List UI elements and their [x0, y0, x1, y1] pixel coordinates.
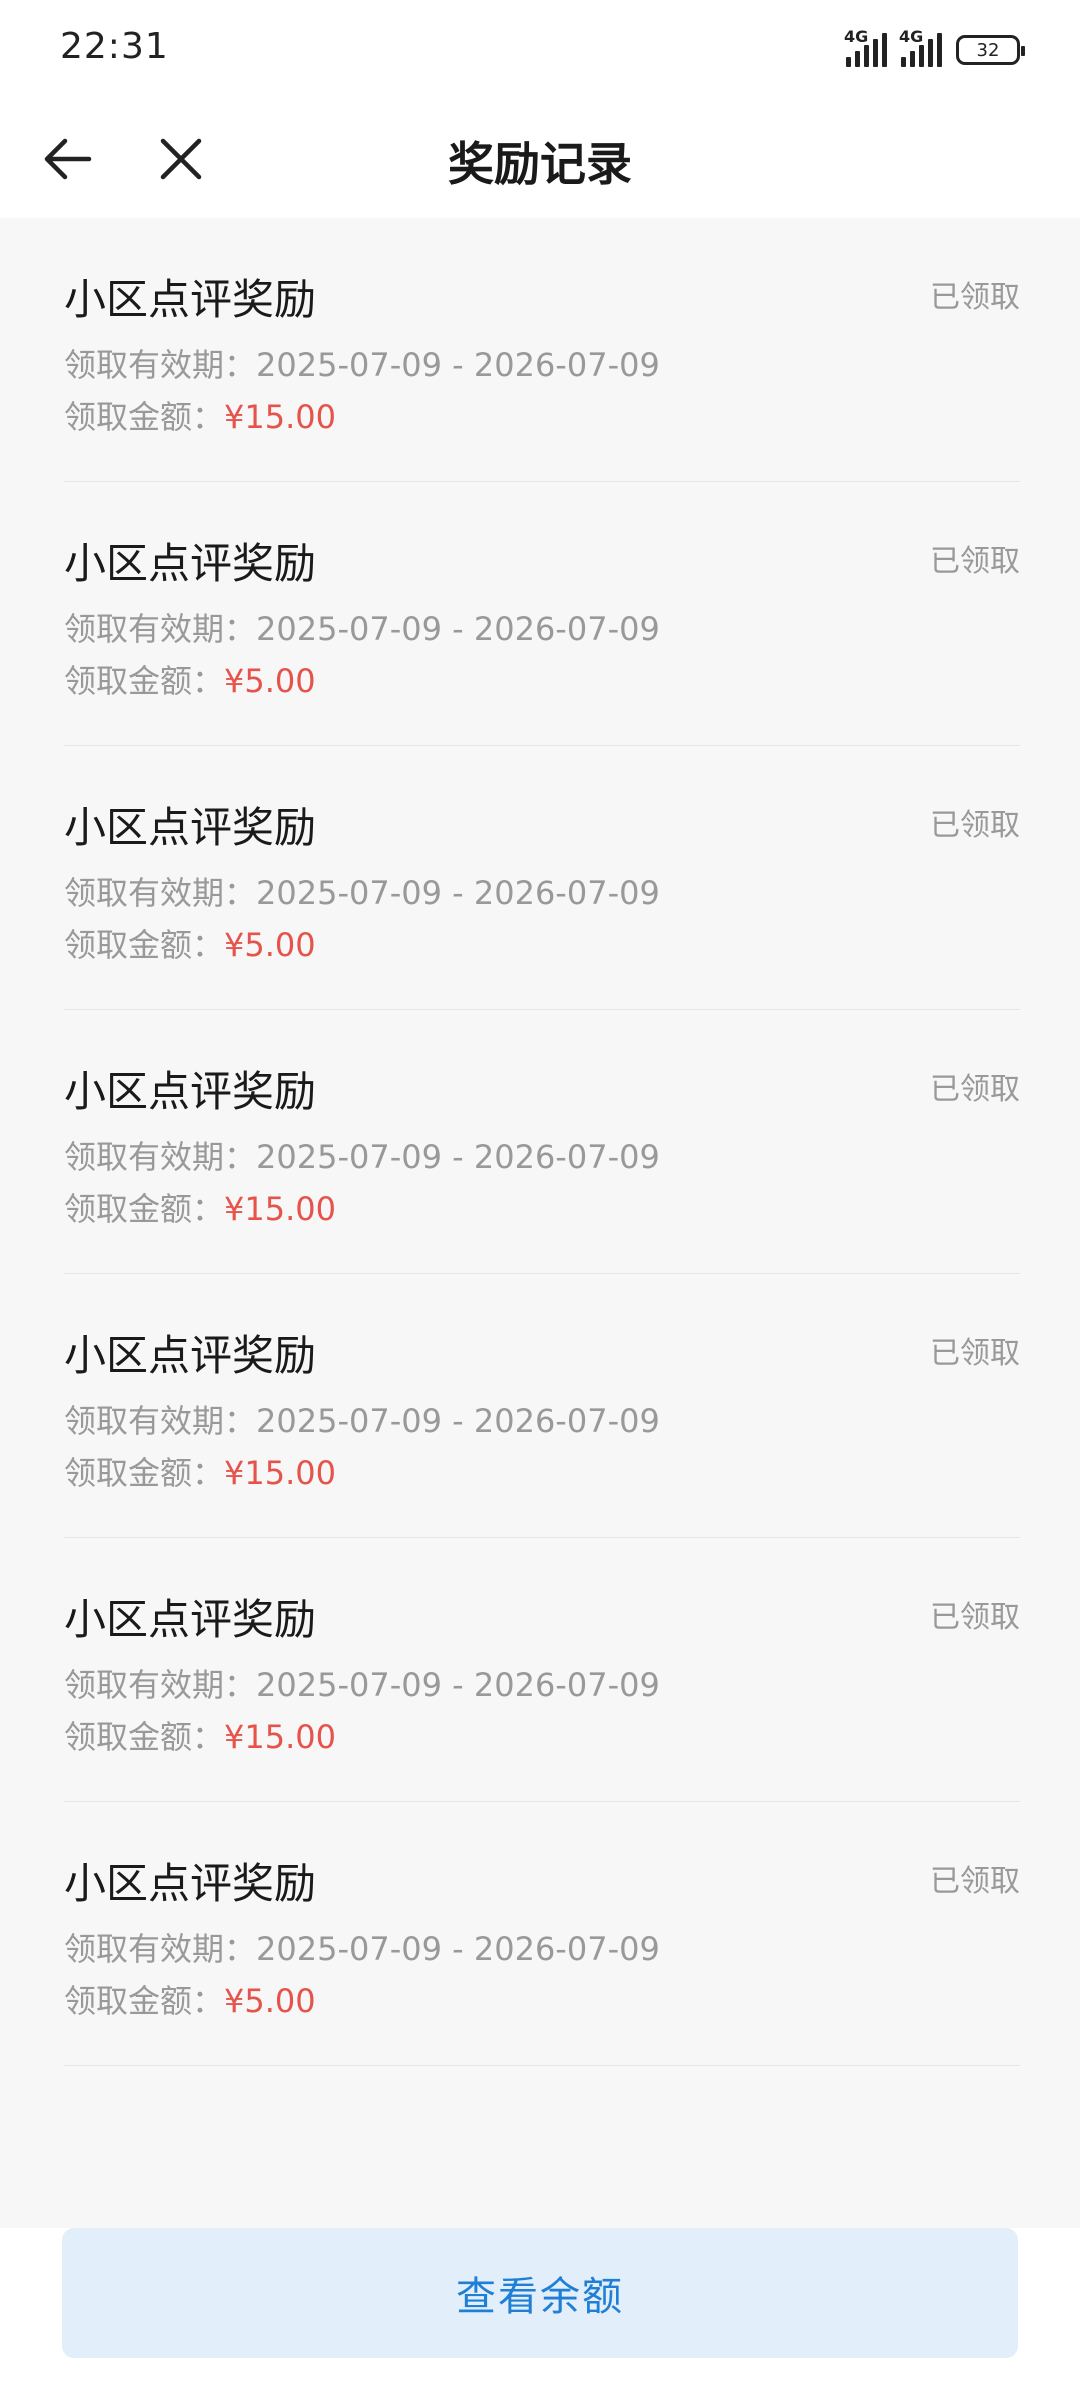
record-amount-row: 领取金额：¥15.00 — [64, 1448, 336, 1494]
record-status: 已领取 — [930, 1600, 1020, 1635]
record-validity: 领取有效期：2025-07-09 - 2026-07-09 — [64, 874, 660, 912]
record-amount: ¥15.00 — [224, 1190, 336, 1228]
record-item[interactable]: 小区点评奖励 已领取 领取有效期：2025-07-09 - 2026-07-09… — [64, 746, 1020, 1010]
record-amount-label: 领取金额： — [64, 1718, 225, 1756]
record-amount: ¥15.00 — [224, 1454, 336, 1492]
record-amount-label: 领取金额： — [64, 1190, 225, 1228]
signal-icon: 4G — [899, 27, 942, 67]
record-title: 小区点评奖励 — [64, 275, 317, 324]
record-amount-label: 领取金额： — [64, 1454, 225, 1492]
record-amount-label: 领取金额： — [64, 662, 225, 700]
record-validity: 领取有效期：2025-07-09 - 2026-07-09 — [64, 1666, 660, 1704]
record-item[interactable]: 小区点评奖励 已领取 领取有效期：2025-07-09 - 2026-07-09… — [64, 1802, 1020, 2066]
record-status: 已领取 — [930, 1336, 1020, 1371]
record-amount-row: 领取金额：¥5.00 — [64, 920, 316, 966]
record-status: 已领取 — [930, 544, 1020, 579]
record-validity: 领取有效期：2025-07-09 - 2026-07-09 — [64, 1138, 660, 1176]
record-validity: 领取有效期：2025-07-09 - 2026-07-09 — [64, 1930, 660, 1968]
record-item[interactable]: 小区点评奖励 已领取 领取有效期：2025-07-09 - 2026-07-09… — [64, 218, 1020, 482]
record-amount-label: 领取金额： — [64, 926, 225, 964]
record-validity: 领取有效期：2025-07-09 - 2026-07-09 — [64, 610, 660, 648]
record-amount: ¥15.00 — [224, 398, 336, 436]
record-amount-row: 领取金额：¥15.00 — [64, 392, 336, 438]
records-list[interactable]: 小区点评奖励 已领取 领取有效期：2025-07-09 - 2026-07-09… — [0, 218, 1080, 2228]
bottom-bar: 查看余额 — [0, 2228, 1080, 2400]
record-amount: ¥5.00 — [224, 1982, 316, 2020]
record-title: 小区点评奖励 — [64, 1331, 317, 1380]
record-amount-label: 领取金额： — [64, 398, 225, 436]
record-amount: ¥5.00 — [224, 662, 316, 700]
nav-bar: 奖励记录 — [0, 100, 1080, 218]
record-status: 已领取 — [930, 280, 1020, 315]
record-title: 小区点评奖励 — [64, 539, 317, 588]
reward-records-screen: 22:31 4G 4G 32 奖励记录 小区点评奖励 已领取 领取有效期：202… — [0, 0, 1080, 2400]
record-amount-row: 领取金额：¥5.00 — [64, 656, 316, 702]
record-title: 小区点评奖励 — [64, 1859, 317, 1908]
record-title: 小区点评奖励 — [64, 803, 317, 852]
battery-level: 32 — [976, 39, 1000, 61]
record-title: 小区点评奖励 — [64, 1595, 317, 1644]
view-balance-button[interactable]: 查看余额 — [62, 2228, 1018, 2358]
record-validity: 领取有效期：2025-07-09 - 2026-07-09 — [64, 346, 660, 384]
network-type-label: 4G — [899, 27, 924, 46]
record-status: 已领取 — [930, 1864, 1020, 1899]
record-status: 已领取 — [930, 1072, 1020, 1107]
status-bar: 22:31 4G 4G 32 — [0, 0, 1080, 100]
record-amount-row: 领取金额：¥15.00 — [64, 1712, 336, 1758]
record-item[interactable]: 小区点评奖励 已领取 领取有效期：2025-07-09 - 2026-07-09… — [64, 1274, 1020, 1538]
record-validity: 领取有效期：2025-07-09 - 2026-07-09 — [64, 1402, 660, 1440]
page-title: 奖励记录 — [448, 137, 632, 191]
record-amount: ¥15.00 — [224, 1718, 336, 1756]
record-item[interactable]: 小区点评奖励 已领取 领取有效期：2025-07-09 - 2026-07-09… — [64, 482, 1020, 746]
signal-icon: 4G — [844, 27, 887, 67]
network-type-label: 4G — [844, 27, 869, 46]
record-amount-row: 领取金额：¥5.00 — [64, 1976, 316, 2022]
status-time: 22:31 — [60, 26, 169, 67]
record-amount-row: 领取金额：¥15.00 — [64, 1184, 336, 1230]
battery-icon: 32 — [956, 35, 1025, 65]
status-indicators: 4G 4G 32 — [844, 27, 1025, 72]
record-status: 已领取 — [930, 808, 1020, 843]
record-amount-label: 领取金额： — [64, 1982, 225, 2020]
record-title: 小区点评奖励 — [64, 1067, 317, 1116]
record-amount: ¥5.00 — [224, 926, 316, 964]
record-item[interactable]: 小区点评奖励 已领取 领取有效期：2025-07-09 - 2026-07-09… — [64, 1538, 1020, 1802]
record-item[interactable]: 小区点评奖励 已领取 领取有效期：2025-07-09 - 2026-07-09… — [64, 1010, 1020, 1274]
